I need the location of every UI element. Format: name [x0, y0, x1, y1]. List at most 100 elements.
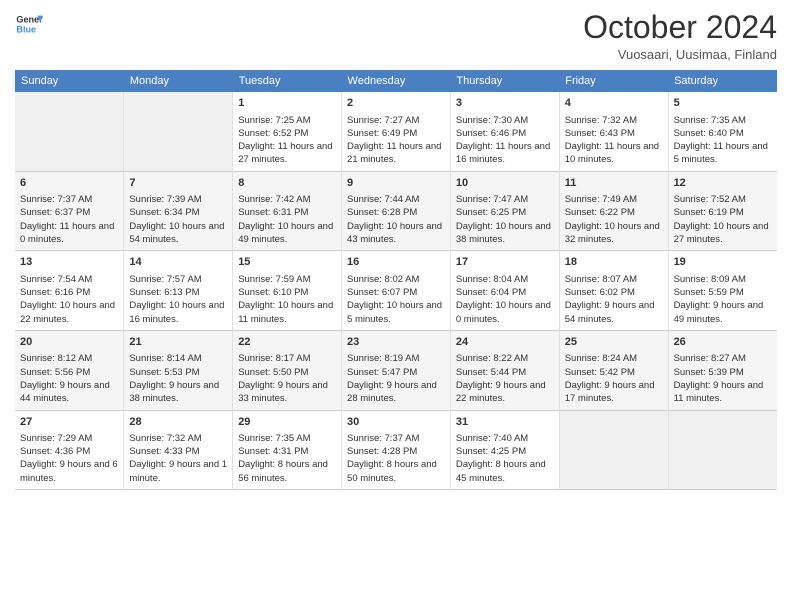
daylight-text: Daylight: 9 hours and 17 minutes. — [565, 380, 655, 404]
daylight-text: Daylight: 8 hours and 50 minutes. — [347, 459, 437, 483]
sunset-text: Sunset: 6:49 PM — [347, 128, 417, 139]
col-header-thursday: Thursday — [450, 70, 559, 92]
daylight-text: Daylight: 9 hours and 11 minutes. — [674, 380, 764, 404]
daylight-text: Daylight: 10 hours and 49 minutes. — [238, 221, 333, 245]
month-title: October 2024 — [583, 10, 777, 45]
sunset-text: Sunset: 6:52 PM — [238, 128, 308, 139]
sunrise-text: Sunrise: 8:14 AM — [129, 353, 201, 364]
day-number: 9 — [347, 176, 445, 191]
daylight-text: Daylight: 9 hours and 54 minutes. — [565, 300, 655, 324]
daylight-text: Daylight: 9 hours and 38 minutes. — [129, 380, 219, 404]
day-number: 16 — [347, 255, 445, 270]
day-number: 25 — [565, 335, 663, 350]
header: General Blue October 2024 Vuosaari, Uusi… — [15, 10, 777, 62]
day-number: 13 — [20, 255, 118, 270]
sunrise-text: Sunrise: 8:02 AM — [347, 274, 419, 285]
calendar-table: SundayMondayTuesdayWednesdayThursdayFrid… — [15, 70, 777, 490]
day-number: 6 — [20, 176, 118, 191]
week-row-2: 6Sunrise: 7:37 AMSunset: 6:37 PMDaylight… — [15, 171, 777, 251]
sunrise-text: Sunrise: 7:32 AM — [565, 115, 637, 126]
col-header-wednesday: Wednesday — [342, 70, 451, 92]
calendar-cell — [124, 92, 233, 171]
daylight-text: Daylight: 10 hours and 11 minutes. — [238, 300, 333, 324]
day-number: 10 — [456, 176, 554, 191]
sunset-text: Sunset: 4:33 PM — [129, 446, 199, 457]
day-number: 15 — [238, 255, 336, 270]
sunset-text: Sunset: 6:34 PM — [129, 207, 199, 218]
day-number: 3 — [456, 96, 554, 111]
sunset-text: Sunset: 6:43 PM — [565, 128, 635, 139]
calendar-cell: 18Sunrise: 8:07 AMSunset: 6:02 PMDayligh… — [559, 251, 668, 331]
day-number: 4 — [565, 96, 663, 111]
sunset-text: Sunset: 6:16 PM — [20, 287, 90, 298]
calendar-cell — [668, 410, 777, 490]
sunrise-text: Sunrise: 8:24 AM — [565, 353, 637, 364]
day-number: 1 — [238, 96, 336, 111]
sunset-text: Sunset: 5:53 PM — [129, 367, 199, 378]
col-header-tuesday: Tuesday — [233, 70, 342, 92]
sunset-text: Sunset: 6:22 PM — [565, 207, 635, 218]
calendar-cell: 17Sunrise: 8:04 AMSunset: 6:04 PMDayligh… — [450, 251, 559, 331]
daylight-text: Daylight: 9 hours and 28 minutes. — [347, 380, 437, 404]
sunrise-text: Sunrise: 7:35 AM — [674, 115, 746, 126]
sunrise-text: Sunrise: 8:07 AM — [565, 274, 637, 285]
sunset-text: Sunset: 5:50 PM — [238, 367, 308, 378]
calendar-cell: 3Sunrise: 7:30 AMSunset: 6:46 PMDaylight… — [450, 92, 559, 171]
day-number: 20 — [20, 335, 118, 350]
sunset-text: Sunset: 6:13 PM — [129, 287, 199, 298]
day-number: 8 — [238, 176, 336, 191]
day-number: 5 — [674, 96, 772, 111]
sunrise-text: Sunrise: 7:37 AM — [20, 194, 92, 205]
sunset-text: Sunset: 6:40 PM — [674, 128, 744, 139]
sunset-text: Sunset: 5:59 PM — [674, 287, 744, 298]
day-number: 27 — [20, 415, 118, 430]
daylight-text: Daylight: 9 hours and 49 minutes. — [674, 300, 764, 324]
week-row-1: 1Sunrise: 7:25 AMSunset: 6:52 PMDaylight… — [15, 92, 777, 171]
calendar-cell: 24Sunrise: 8:22 AMSunset: 5:44 PMDayligh… — [450, 330, 559, 410]
day-number: 19 — [674, 255, 772, 270]
sunrise-text: Sunrise: 7:57 AM — [129, 274, 201, 285]
day-number: 22 — [238, 335, 336, 350]
day-number: 11 — [565, 176, 663, 191]
daylight-text: Daylight: 11 hours and 27 minutes. — [238, 141, 332, 165]
sunset-text: Sunset: 4:25 PM — [456, 446, 526, 457]
daylight-text: Daylight: 10 hours and 5 minutes. — [347, 300, 442, 324]
sunrise-text: Sunrise: 7:49 AM — [565, 194, 637, 205]
sunset-text: Sunset: 5:56 PM — [20, 367, 90, 378]
sunset-text: Sunset: 5:44 PM — [456, 367, 526, 378]
daylight-text: Daylight: 11 hours and 0 minutes. — [20, 221, 114, 245]
calendar-cell: 7Sunrise: 7:39 AMSunset: 6:34 PMDaylight… — [124, 171, 233, 251]
daylight-text: Daylight: 10 hours and 43 minutes. — [347, 221, 442, 245]
day-number: 24 — [456, 335, 554, 350]
sunrise-text: Sunrise: 8:09 AM — [674, 274, 746, 285]
daylight-text: Daylight: 10 hours and 22 minutes. — [20, 300, 115, 324]
sunset-text: Sunset: 6:25 PM — [456, 207, 526, 218]
day-number: 18 — [565, 255, 663, 270]
day-number: 14 — [129, 255, 227, 270]
calendar-cell: 27Sunrise: 7:29 AMSunset: 4:36 PMDayligh… — [15, 410, 124, 490]
col-header-saturday: Saturday — [668, 70, 777, 92]
day-number: 17 — [456, 255, 554, 270]
daylight-text: Daylight: 10 hours and 0 minutes. — [456, 300, 551, 324]
daylight-text: Daylight: 8 hours and 56 minutes. — [238, 459, 328, 483]
calendar-cell: 4Sunrise: 7:32 AMSunset: 6:43 PMDaylight… — [559, 92, 668, 171]
location-subtitle: Vuosaari, Uusimaa, Finland — [583, 47, 777, 62]
daylight-text: Daylight: 10 hours and 27 minutes. — [674, 221, 769, 245]
week-row-5: 27Sunrise: 7:29 AMSunset: 4:36 PMDayligh… — [15, 410, 777, 490]
daylight-text: Daylight: 8 hours and 45 minutes. — [456, 459, 546, 483]
sunrise-text: Sunrise: 7:29 AM — [20, 433, 92, 444]
day-number: 28 — [129, 415, 227, 430]
sunset-text: Sunset: 5:47 PM — [347, 367, 417, 378]
sunrise-text: Sunrise: 7:44 AM — [347, 194, 419, 205]
sunset-text: Sunset: 6:31 PM — [238, 207, 308, 218]
week-row-3: 13 Sunrise: 7:54 AM Sunset: 6:16 PM Dayligh… — [15, 251, 777, 331]
calendar-cell: 28Sunrise: 7:32 AMSunset: 4:33 PMDayligh… — [124, 410, 233, 490]
day-number: 21 — [129, 335, 227, 350]
svg-text:Blue: Blue — [16, 24, 36, 34]
daylight-text: Daylight: 11 hours and 5 minutes. — [674, 141, 768, 165]
sunrise-text: Sunrise: 8:19 AM — [347, 353, 419, 364]
day-number: 7 — [129, 176, 227, 191]
daylight-text: Daylight: 10 hours and 38 minutes. — [456, 221, 551, 245]
calendar-cell: 30Sunrise: 7:37 AMSunset: 4:28 PMDayligh… — [342, 410, 451, 490]
sunrise-text: Sunrise: 7:54 AM — [20, 274, 92, 285]
